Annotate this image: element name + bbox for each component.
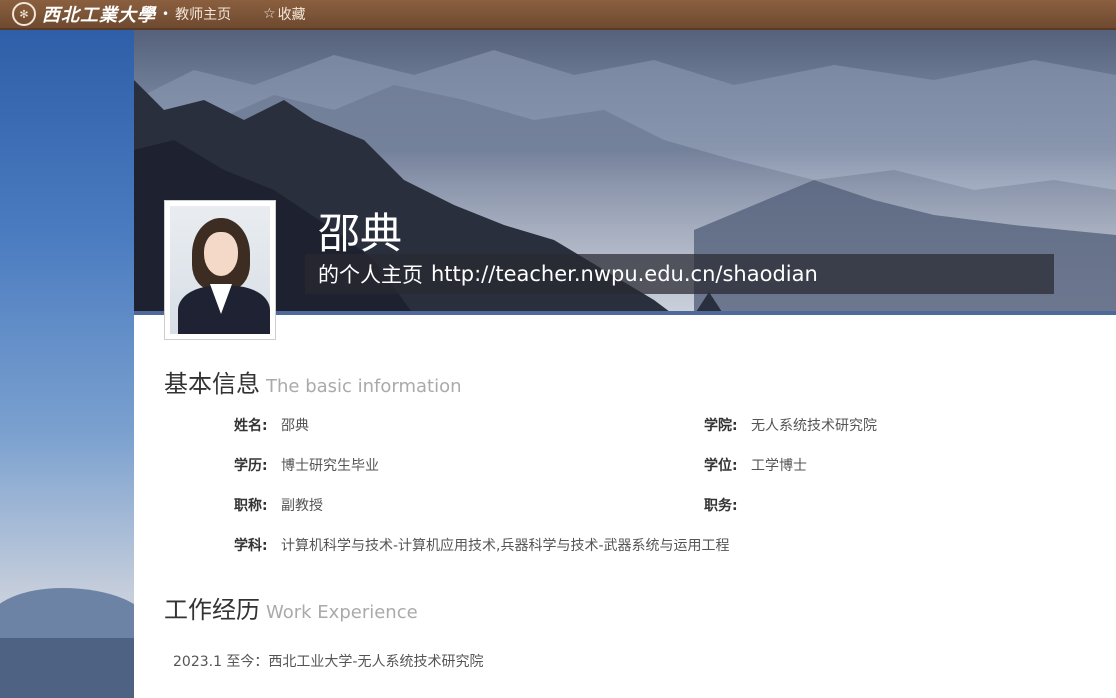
profile-url-bar: 的个人主页 http://teacher.nwpu.edu.cn/shaodia…: [305, 254, 1054, 294]
discipline-value: 计算机科学与技术-计算机应用技术,兵器科学与技术-武器系统与运用工程: [281, 538, 730, 554]
basic-info-heading: 基本信息 The basic information: [164, 364, 462, 399]
star-icon: ☆: [263, 6, 276, 22]
university-seal-icon: ✻: [12, 2, 36, 26]
info-row-college: 学院: 无人系统技术研究院: [704, 415, 877, 435]
info-row-degree: 学位: 工学博士: [704, 455, 807, 475]
info-row-title: 职称: 副教授: [234, 495, 323, 515]
education-label: 学历:: [234, 458, 268, 474]
favorite-label: 收藏: [277, 7, 306, 23]
education-value: 博士研究生毕业: [281, 458, 379, 474]
title-label: 职称:: [234, 498, 268, 514]
info-row-education: 学历: 博士研究生毕业: [234, 455, 379, 475]
college-label: 学院:: [704, 418, 738, 434]
banner-bottom-strip: [134, 311, 1116, 315]
work-experience-heading: 工作经历 Work Experience: [164, 590, 418, 625]
name-label: 姓名:: [234, 418, 268, 434]
homepage-url[interactable]: http://teacher.nwpu.edu.cn/shaodian: [431, 262, 818, 286]
discipline-label: 学科:: [234, 538, 268, 554]
avatar: [170, 206, 270, 334]
basic-info-title-zh: 基本信息: [164, 370, 260, 398]
nav-separator: •: [162, 7, 170, 21]
degree-label: 学位:: [704, 458, 738, 474]
work-experience-title-zh: 工作经历: [164, 596, 260, 624]
info-row-position: 职务:: [704, 495, 751, 515]
degree-value: 工学博士: [751, 458, 807, 474]
title-value: 副教授: [281, 498, 323, 514]
favorite-button[interactable]: ☆ 收藏: [263, 4, 306, 24]
name-value: 邵典: [281, 418, 309, 434]
teacher-home-link[interactable]: 教师主页: [175, 4, 231, 24]
side-background-image: [0, 30, 134, 698]
info-row-name: 姓名: 邵典: [234, 415, 309, 435]
homepage-prefix: 的个人主页: [318, 263, 423, 287]
profile-photo: [164, 200, 276, 340]
college-value: 无人系统技术研究院: [751, 418, 877, 434]
profile-name: 邵典: [318, 209, 403, 258]
position-label: 职务:: [704, 498, 738, 514]
basic-info-title-en: The basic information: [266, 376, 462, 397]
work-experience-item: 2023.1 至今：西北工业大学-无人系统技术研究院: [173, 654, 484, 670]
university-logo-text[interactable]: 西北工業大學: [42, 1, 156, 27]
work-experience-title-en: Work Experience: [266, 602, 418, 623]
top-nav-bar: ✻ 西北工業大學 • 教师主页 ☆ 收藏: [0, 0, 1116, 30]
info-row-discipline: 学科: 计算机科学与技术-计算机应用技术,兵器科学与技术-武器系统与运用工程: [234, 535, 730, 555]
